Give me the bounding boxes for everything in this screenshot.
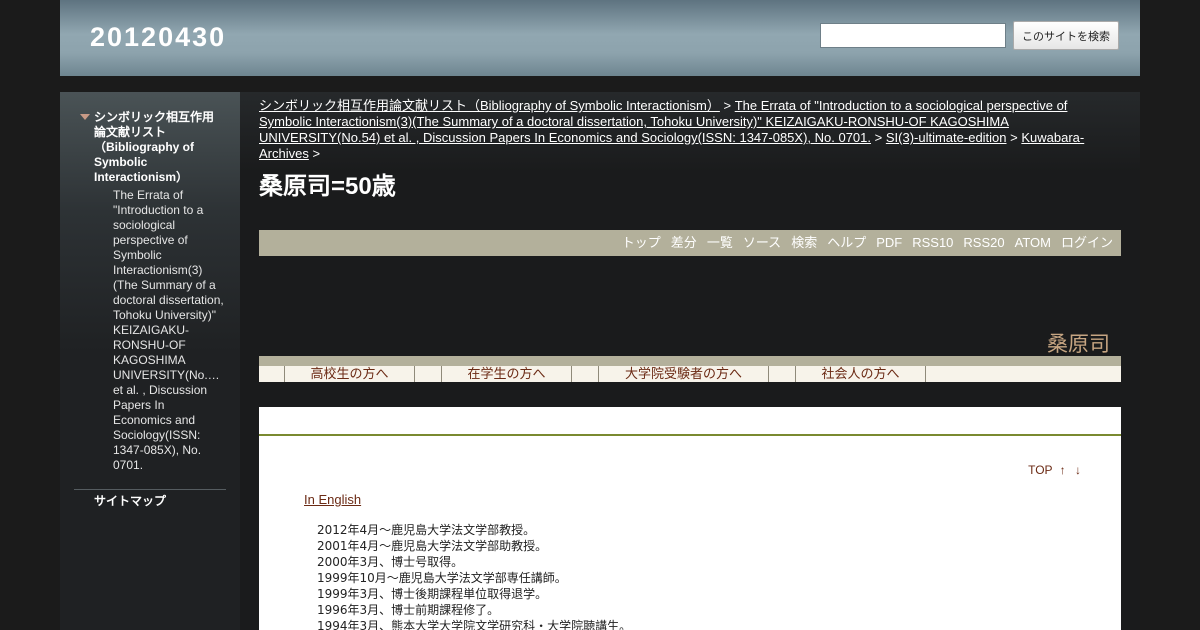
tab-working-adults[interactable]: 社会人の方へ <box>795 366 926 382</box>
breadcrumb-separator: > <box>1010 130 1018 145</box>
toolbar-help[interactable]: ヘルプ <box>827 235 866 250</box>
content-panel: TOP ↑ ↓ In English 2012年4月～鹿児島大学法文学部教授。 … <box>259 407 1121 630</box>
breadcrumb-separator: > <box>723 98 732 113</box>
expand-triangle-icon[interactable] <box>80 114 90 120</box>
toolbar-list[interactable]: 一覧 <box>707 235 733 250</box>
career-line: 1999年3月、博士後期課程単位取得退学。 <box>317 587 548 601</box>
tab-grad-applicants[interactable]: 大学院受験者の方へ <box>598 366 769 382</box>
toolbar-top[interactable]: トップ <box>622 235 661 250</box>
sidebar-item-errata[interactable]: The Errata of "Introduction to a sociolo… <box>113 188 225 473</box>
wiki-toolbar: トップ 差分 一覧 ソース 検索 ヘルプ PDF RSS10 RSS20 ATOM ログイン <box>259 230 1121 256</box>
toolbar-pdf[interactable]: PDF <box>876 235 902 250</box>
career-line: 2001年4月～鹿児島大学法文学部助教授。 <box>317 539 548 553</box>
sidebar-divider <box>74 489 226 490</box>
content-divider <box>259 434 1121 436</box>
breadcrumb: シンボリック相互作用論文献リスト（Bibliography of Symboli… <box>259 98 1099 162</box>
toolbar-diff[interactable]: 差分 <box>671 235 697 250</box>
search-input[interactable] <box>820 23 1006 48</box>
top-links: TOP ↑ ↓ <box>1028 463 1081 477</box>
scroll-down-arrow-icon[interactable]: ↓ <box>1075 463 1081 477</box>
career-line: 2000年3月、博士号取得。 <box>317 555 464 569</box>
page-title: 桑原司=50歳 <box>259 173 396 200</box>
toolbar-atom[interactable]: ATOM <box>1015 235 1051 250</box>
career-list: 2012年4月～鹿児島大学法文学部教授。 2001年4月～鹿児島大学法文学部助教… <box>317 522 631 630</box>
in-english-link[interactable]: In English <box>304 492 361 507</box>
scroll-up-arrow-icon[interactable]: ↑ <box>1060 463 1066 477</box>
tab-spacer <box>768 366 796 382</box>
breadcrumb-link-si3[interactable]: SI(3)-ultimate-edition <box>886 130 1007 145</box>
search-button[interactable]: このサイトを検索 <box>1013 21 1119 50</box>
breadcrumb-link-bibliography[interactable]: シンボリック相互作用論文献リスト（Bibliography of Symboli… <box>259 98 720 113</box>
breadcrumb-separator: > <box>312 146 321 161</box>
toolbar-login[interactable]: ログイン <box>1061 235 1113 250</box>
tab-current-students[interactable]: 在学生の方へ <box>441 366 572 382</box>
toolbar-rss20[interactable]: RSS20 <box>963 235 1004 250</box>
tab-high-school[interactable]: 高校生の方へ <box>284 366 415 382</box>
career-line: 2012年4月～鹿児島大学法文学部教授。 <box>317 523 536 537</box>
toolbar-search[interactable]: 検索 <box>791 235 817 250</box>
tab-spacer <box>571 366 599 382</box>
career-line: 1999年10月～鹿児島大学法文学部専任講師。 <box>317 571 567 585</box>
sidebar-item-sitemap[interactable]: サイトマップ <box>94 492 166 509</box>
site-header: 20120430 このサイトを検索 <box>60 0 1140 76</box>
toolbar-source[interactable]: ソース <box>743 235 781 250</box>
audience-tab-bar: 高校生の方へ 在学生の方へ 大学院受験者の方へ 社会人の方へ <box>259 356 1121 382</box>
sidebar-item-bibliography[interactable]: シンボリック相互作用論文献リスト（Bibliography of Symboli… <box>94 110 224 185</box>
tab-spacer <box>414 366 442 382</box>
career-line: 1994年3月、熊本大学大学院文学研究科・大学院聴講生。 <box>317 619 632 630</box>
toolbar-rss10[interactable]: RSS10 <box>912 235 953 250</box>
career-line: 1996年3月、博士前期課程修了。 <box>317 603 500 617</box>
site-title[interactable]: 20120430 <box>90 22 226 53</box>
main-content: シンボリック相互作用論文献リスト（Bibliography of Symboli… <box>240 92 1140 630</box>
sidebar: シンボリック相互作用論文献リスト（Bibliography of Symboli… <box>60 92 240 630</box>
breadcrumb-separator: > <box>874 130 883 145</box>
author-name-heading: 桑原司 <box>1047 333 1110 356</box>
top-link[interactable]: TOP <box>1028 463 1052 477</box>
